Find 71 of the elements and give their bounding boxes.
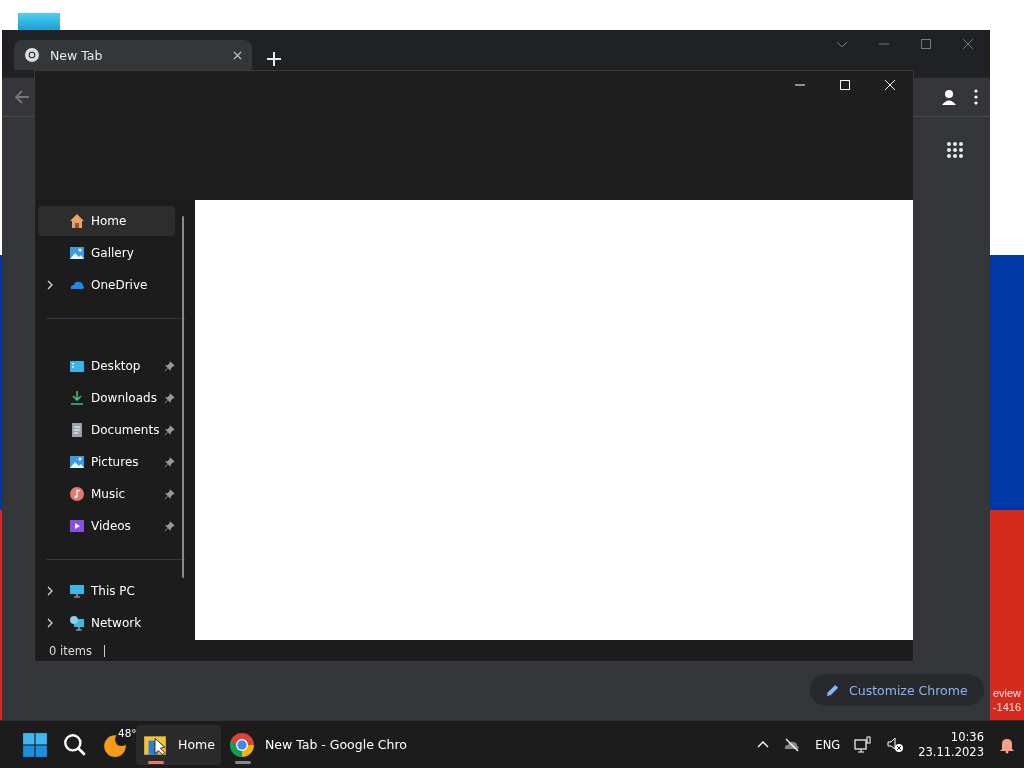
pin-icon[interactable] — [164, 456, 175, 468]
sidebar-label: OneDrive — [91, 278, 149, 293]
sidebar-item[interactable]: Home — [38, 206, 175, 237]
windows-icon — [22, 731, 48, 758]
sidebar-item[interactable]: Downloads — [38, 383, 175, 414]
sidebar-item[interactable]: Desktop — [38, 351, 175, 382]
menu-icon[interactable] — [974, 89, 978, 105]
wallpaper-text: -1416 — [992, 700, 1021, 714]
desktop-shortcut-icon[interactable] — [18, 13, 60, 31]
taskbar-label: New Tab - Google Chro — [264, 737, 407, 752]
download-icon — [69, 390, 85, 407]
temperature-label: 48° — [118, 726, 137, 739]
date-text: 23.11.2023 — [918, 744, 984, 760]
video-icon — [69, 518, 85, 535]
pin-icon[interactable] — [164, 488, 175, 500]
sidebar-label: Network — [91, 616, 143, 631]
sidebar-label: This PC — [91, 584, 136, 599]
language-indicator[interactable]: ENG — [815, 737, 841, 752]
chevron-right-icon[interactable] — [46, 586, 54, 597]
sidebar-label: Videos — [91, 519, 132, 534]
monitor-icon — [69, 583, 85, 600]
pin-icon[interactable] — [164, 360, 175, 372]
sidebar-label: Downloads — [91, 391, 158, 406]
sidebar-label: Documents — [91, 423, 161, 438]
sidebar-item[interactable]: Gallery — [38, 238, 175, 269]
chrome-icon — [24, 47, 40, 63]
desktop-icon — [69, 358, 85, 375]
pin-icon[interactable] — [164, 392, 175, 404]
pin-icon[interactable] — [164, 424, 175, 436]
sidebar-label: Music — [91, 487, 127, 502]
network-icon[interactable] — [854, 735, 873, 754]
sidebar-item[interactable]: This PC — [38, 576, 175, 607]
sidebar-label: Home — [91, 214, 128, 229]
customize-chrome-button[interactable]: Customize Chrome — [810, 674, 984, 706]
network-icon — [69, 615, 85, 632]
search-icon — [62, 731, 88, 758]
sidebar-label: Pictures — [91, 455, 140, 470]
taskbar-label: Home — [178, 737, 215, 752]
home-icon — [69, 213, 85, 230]
pin-icon[interactable] — [164, 520, 175, 532]
picture-icon — [69, 454, 85, 471]
scrollbar[interactable] — [182, 216, 184, 579]
taskbar-button[interactable]: Home — [136, 724, 221, 765]
music-icon — [69, 486, 85, 503]
sidebar-label: Desktop — [91, 359, 142, 374]
chrome-icon — [228, 731, 255, 758]
item-count: 0 items — [49, 643, 92, 658]
sidebar-item[interactable]: Pictures — [38, 447, 175, 478]
close-icon[interactable] — [233, 50, 242, 60]
pencil-icon — [826, 683, 839, 697]
apps-grid-icon[interactable] — [946, 141, 964, 159]
wallpaper-text: eview — [992, 686, 1021, 700]
browser-tab[interactable]: New Tab — [14, 40, 252, 70]
sidebar-item[interactable]: Documents — [38, 415, 175, 446]
back-arrow-icon[interactable] — [14, 89, 30, 105]
tab-title: New Tab — [50, 47, 104, 63]
sidebar-label: Gallery — [91, 246, 135, 261]
time-text: 10:36 — [950, 729, 984, 745]
sidebar-item[interactable]: OneDrive — [38, 270, 175, 301]
sidebar-item[interactable]: Videos — [38, 511, 175, 542]
volume-muted-icon[interactable] — [886, 735, 905, 754]
taskbar-button[interactable]: New Tab - Google Chro — [222, 724, 413, 765]
picture-icon — [69, 245, 85, 262]
chevron-right-icon[interactable] — [46, 618, 54, 629]
document-icon — [69, 422, 85, 439]
clock[interactable]: 10:36 23.11.2023 — [918, 729, 984, 760]
sidebar-item[interactable]: Network — [38, 608, 175, 639]
taskbar-button[interactable]: 48° — [96, 724, 134, 765]
profile-icon[interactable] — [940, 88, 958, 106]
chevron-right-icon[interactable] — [46, 280, 54, 291]
sidebar-item[interactable]: Music — [38, 479, 175, 510]
